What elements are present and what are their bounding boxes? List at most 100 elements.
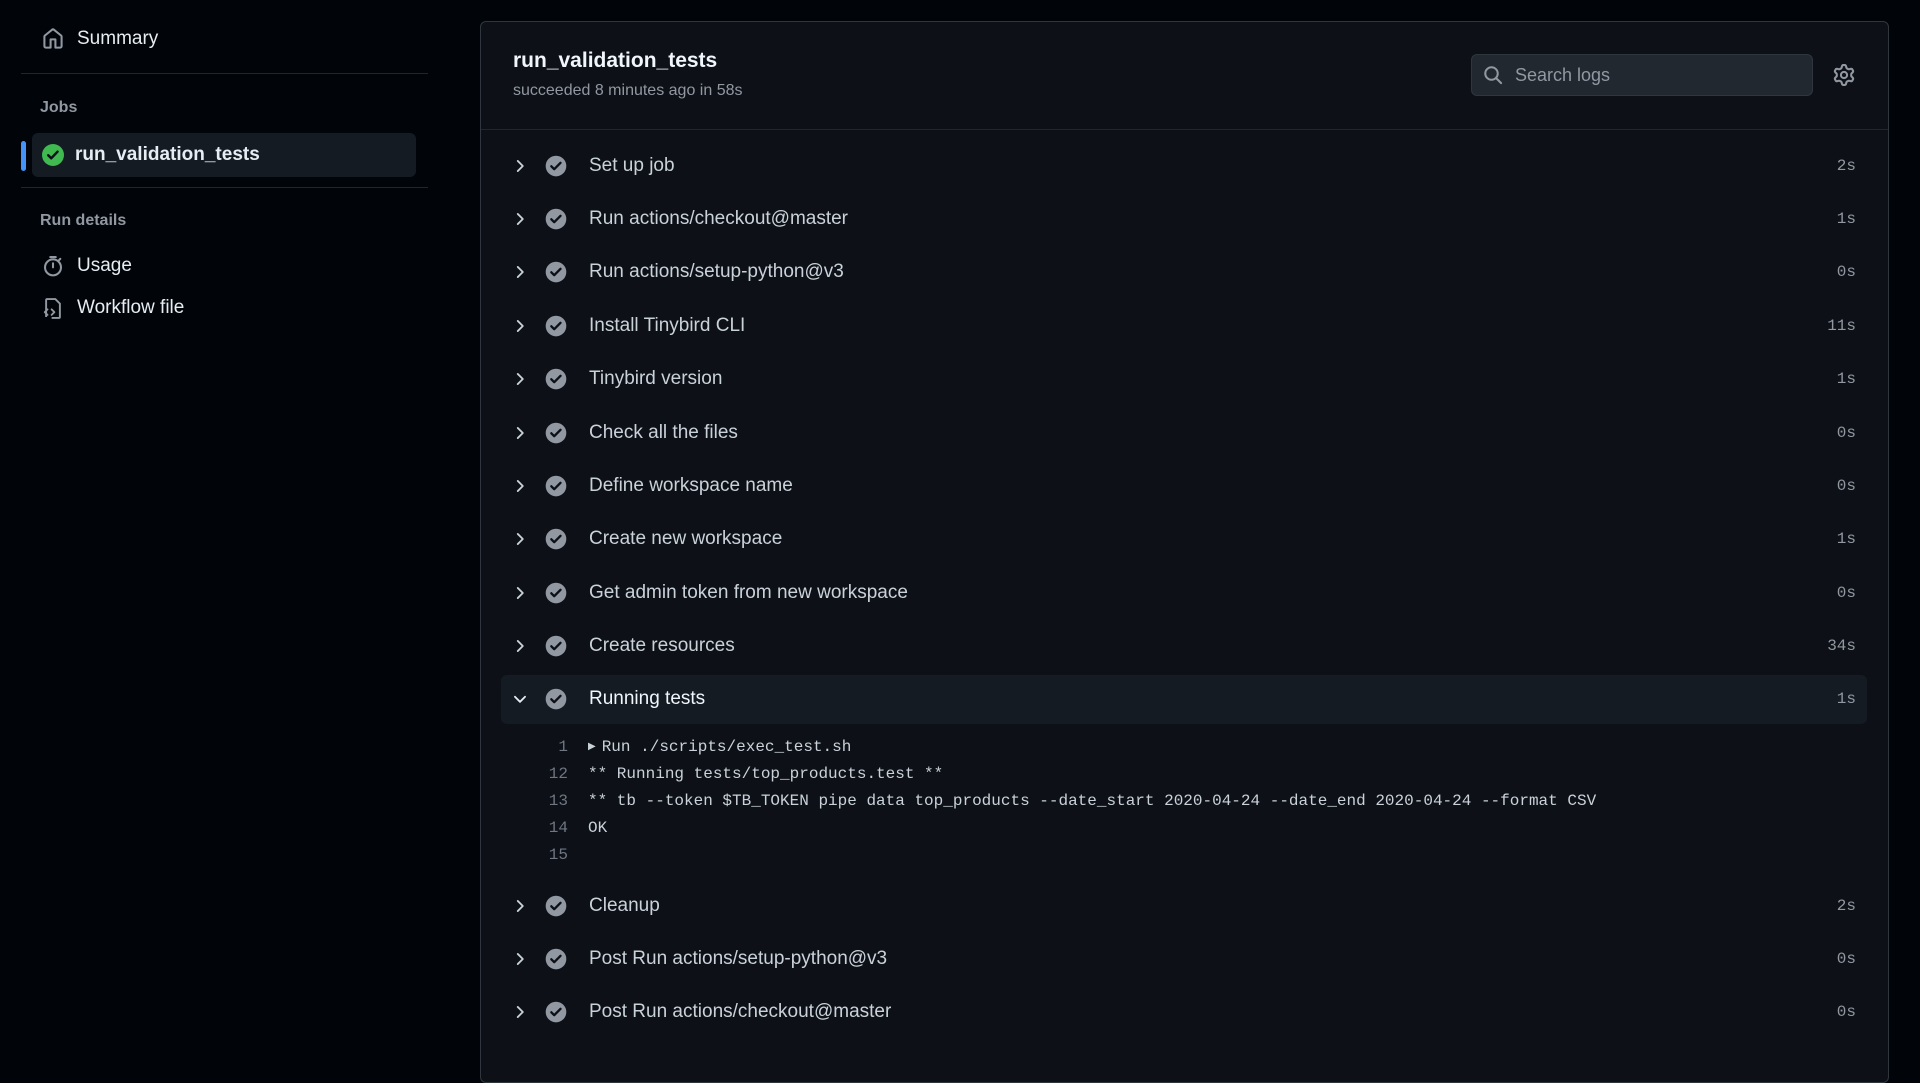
- chevron-right-icon: [516, 953, 524, 965]
- usage-label: Usage: [77, 255, 132, 276]
- settings-button[interactable]: [1833, 64, 1855, 91]
- log-line-number: 14: [548, 819, 568, 838]
- step-success-icon: [545, 315, 567, 337]
- step-name: Cleanup: [589, 894, 660, 916]
- sidebar-job-run-validation-tests[interactable]: run_validation_tests: [32, 133, 416, 177]
- chevron-right-icon: [516, 426, 524, 439]
- step-name: Create new workspace: [589, 528, 783, 550]
- success-check-icon: [42, 144, 64, 166]
- step-name: Create resources: [589, 635, 735, 657]
- search-logs-input[interactable]: [1513, 63, 1797, 87]
- step-row[interactable]: Define workspace name 0s: [501, 459, 1867, 512]
- step-name: Running tests: [589, 688, 706, 710]
- step-row[interactable]: Cleanup 2s: [501, 879, 1867, 932]
- sidebar: Summary Jobs run_validation_tests Run de…: [0, 0, 450, 1058]
- chevron-right-icon: [516, 480, 524, 492]
- step-name: Set up job: [589, 154, 675, 176]
- step-row[interactable]: Run actions/setup-python@v3 0s: [501, 246, 1867, 299]
- step-duration: 2s: [1836, 896, 1856, 915]
- step-success-icon: [545, 635, 567, 657]
- step-success-icon: [545, 262, 567, 283]
- step-duration: 34s: [1827, 637, 1856, 656]
- step-row[interactable]: Create new workspace 1s: [501, 513, 1867, 566]
- step-duration: 0s: [1836, 263, 1856, 282]
- chevron-right-icon: [516, 586, 524, 599]
- expand-triangle-icon[interactable]: ▶: [588, 741, 596, 753]
- chevron-right-icon: [516, 213, 524, 226]
- step-row[interactable]: Run actions/checkout@master 1s: [501, 192, 1867, 245]
- chevron-right-icon: [516, 640, 524, 653]
- step-duration: 0s: [1836, 1003, 1856, 1022]
- sidebar-divider: [21, 73, 428, 74]
- step-success-icon: [545, 155, 567, 176]
- step-success-icon: [545, 895, 567, 916]
- log-line-text: OK: [588, 819, 608, 838]
- step-duration: 0s: [1836, 949, 1856, 968]
- step-row[interactable]: Check all the files 0s: [501, 406, 1867, 459]
- step-name: Run actions/setup-python@v3: [589, 261, 844, 283]
- step-row[interactable]: Create resources 34s: [501, 620, 1867, 673]
- step-row[interactable]: Set up job 2s: [501, 139, 1867, 192]
- stopwatch-icon: [43, 256, 63, 277]
- home-icon: [43, 28, 63, 49]
- step-success-icon: [545, 689, 567, 710]
- chevron-right-icon: [516, 1006, 524, 1019]
- step-duration: 11s: [1827, 316, 1856, 335]
- step-running-tests[interactable]: Running tests 1s: [501, 674, 1867, 724]
- step-name: Define workspace name: [589, 475, 793, 497]
- chevron-right-icon: [516, 899, 524, 912]
- chevron-right-icon: [516, 266, 524, 279]
- step-duration: 1s: [1836, 690, 1856, 709]
- search-logs-box[interactable]: [1471, 54, 1813, 96]
- step-row[interactable]: Tinybird version 1s: [501, 353, 1867, 406]
- step-name: Get admin token from new workspace: [589, 581, 908, 603]
- chevron-right-icon: [516, 373, 524, 386]
- log-line-number: 13: [548, 792, 568, 811]
- usage-link[interactable]: Usage: [42, 255, 132, 277]
- step-row[interactable]: Post Run actions/setup-python@v3 0s: [501, 932, 1867, 985]
- run-details-heading: Run details: [40, 212, 127, 229]
- step-name: Tinybird version: [589, 368, 723, 390]
- log-line-text: Run ./scripts/exec_test.sh: [601, 738, 852, 757]
- job-title: run_validation_tests: [513, 49, 718, 72]
- step-log: 1 ▶ Run ./scripts/exec_test.sh 12 ** Run…: [501, 726, 1867, 879]
- step-success-icon: [545, 948, 567, 970]
- workflow-file-label: Workflow file: [77, 297, 185, 318]
- step-row[interactable]: Post Run actions/checkout@master 0s: [501, 986, 1867, 1039]
- file-code-icon: [43, 298, 61, 319]
- step-duration: 2s: [1836, 156, 1856, 175]
- step-name: Post Run actions/setup-python@v3: [589, 947, 888, 969]
- log-line[interactable]: 1 ▶ Run ./scripts/exec_test.sh: [501, 734, 1867, 761]
- gear-icon: [1833, 64, 1855, 86]
- log-line: 14 OK: [501, 815, 1867, 842]
- log-line-number: 15: [548, 846, 568, 865]
- log-line-text: ** tb --token $TB_TOKEN pipe data top_pr…: [588, 792, 1597, 811]
- chevron-right-icon: [516, 533, 524, 546]
- step-success-icon: [545, 1002, 567, 1023]
- step-name: Run actions/checkout@master: [589, 208, 849, 230]
- step-name: Check all the files: [589, 421, 738, 443]
- workflow-file-link[interactable]: Workflow file: [42, 297, 184, 319]
- step-success-icon: [545, 368, 567, 390]
- step-duration: 1s: [1836, 210, 1856, 229]
- summary-label: Summary: [77, 28, 159, 49]
- step-row[interactable]: Get admin token from new workspace 0s: [501, 566, 1867, 619]
- step-duration: 1s: [1836, 370, 1856, 389]
- job-status-text: succeeded 8 minutes ago in 58s: [513, 82, 743, 99]
- step-success-icon: [545, 422, 567, 443]
- sidebar-divider: [21, 187, 428, 188]
- step-success-icon: [545, 529, 567, 550]
- step-row[interactable]: Install Tinybird CLI 11s: [501, 299, 1867, 352]
- active-job-label: run_validation_tests: [75, 144, 260, 165]
- log-line: 12 ** Running tests/top_products.test **: [501, 761, 1867, 788]
- step-success-icon: [545, 208, 567, 230]
- step-duration: 0s: [1836, 423, 1856, 442]
- log-line-text: ** Running tests/top_products.test **: [588, 765, 944, 784]
- step-duration: 0s: [1836, 477, 1856, 496]
- summary-link[interactable]: Summary: [42, 28, 158, 50]
- search-icon: [1484, 66, 1503, 85]
- job-log-panel: run_validation_tests succeeded 8 minutes…: [480, 21, 1889, 1083]
- log-line-number: 1: [558, 738, 568, 757]
- jobs-heading: Jobs: [40, 99, 78, 116]
- chevron-down-icon: [514, 696, 526, 704]
